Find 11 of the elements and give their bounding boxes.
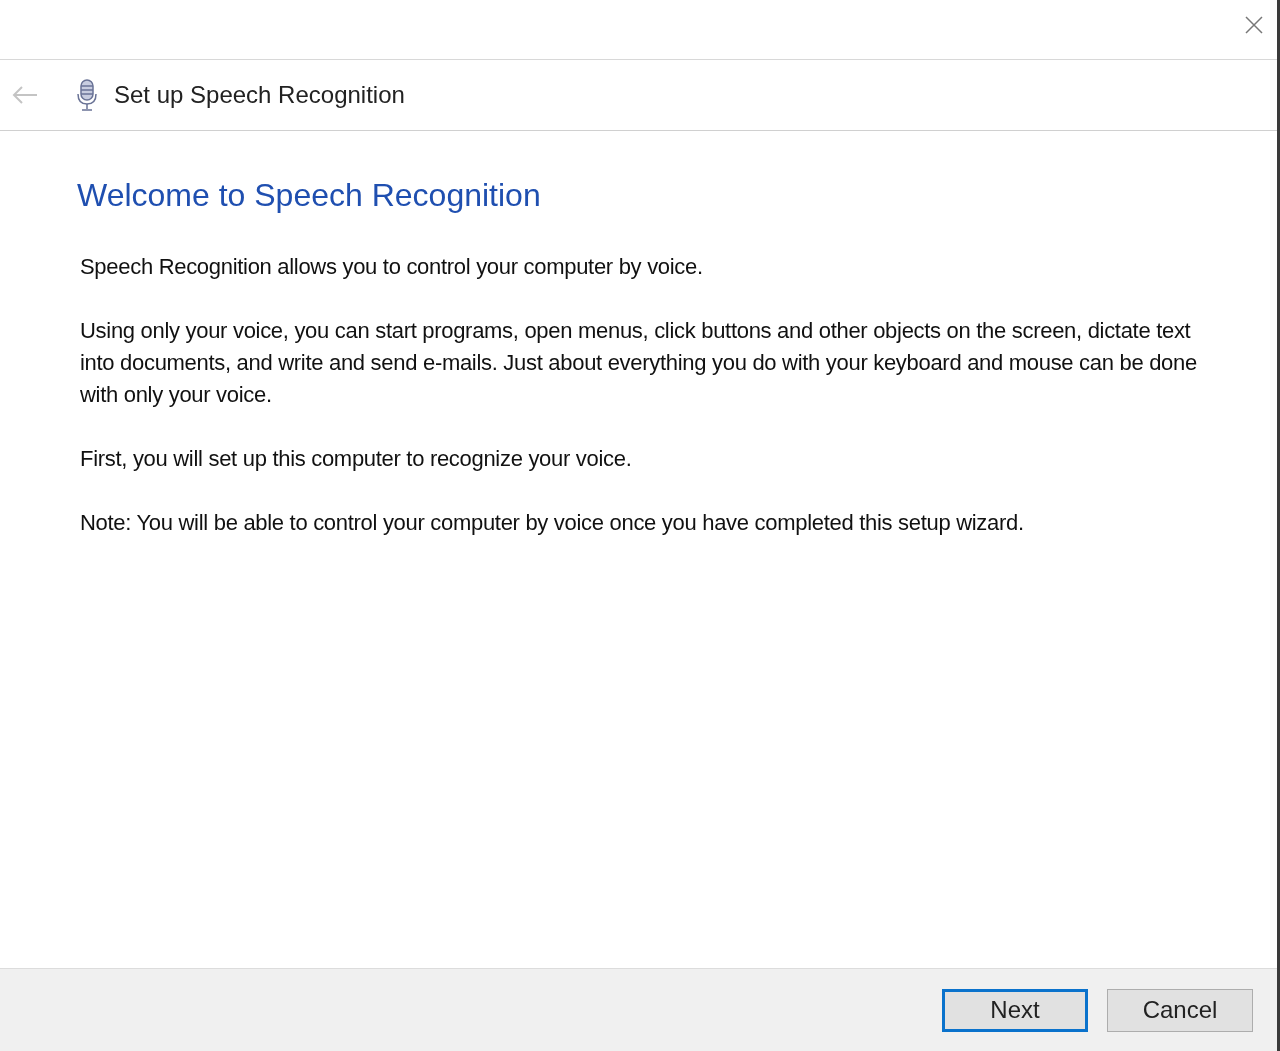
wizard-title: Set up Speech Recognition (114, 80, 405, 110)
close-icon (1245, 16, 1263, 34)
back-arrow-icon (12, 86, 38, 104)
description-paragraph: Speech Recognition allows you to control your computer by voice. (80, 253, 704, 281)
description-paragraph: Using only your voice, you can start programs, open menus, click buttons and other objects on the screen, dictate text into documents, and write and send e-mails. Just about everything you do with your keyboard and mouse can be done with only your voice. (80, 317, 1198, 409)
dialog-button[interactable]: Cancel (1107, 988, 1253, 1032)
dialog-button[interactable]: Next (942, 988, 1088, 1032)
welcome-heading: Welcome to Speech Recognition (77, 176, 542, 215)
microphone-icon (76, 78, 98, 112)
description-paragraph: Note: You will be able to control your computer by voice once you have completed this setup wizard. (80, 509, 1025, 537)
description-paragraph: First, you will set up this computer to recognize your voice. (80, 445, 633, 473)
